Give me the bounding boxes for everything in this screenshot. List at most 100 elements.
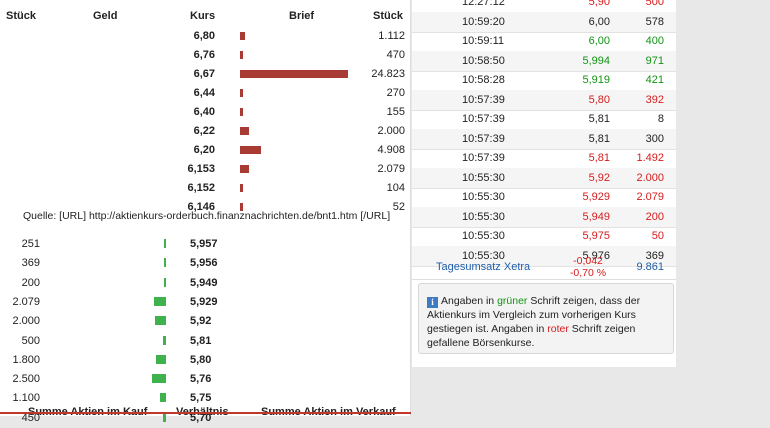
ask-stueck: 104: [386, 182, 405, 194]
bid-volume-bar: [163, 412, 166, 422]
info-red-word: roter: [547, 323, 569, 335]
trade-price: 5,994: [582, 54, 610, 67]
trade-volume: 2.079: [636, 191, 664, 203]
ask-stueck: 270: [386, 87, 405, 99]
ask-kurs: 6,20: [193, 144, 215, 156]
trade-volume: 400: [645, 35, 664, 47]
trade-price: 5,80: [588, 93, 610, 106]
ask-kurs: 6,67: [193, 68, 215, 80]
bid-stueck: 500: [21, 334, 40, 347]
trade-time: 10:55:30: [462, 191, 505, 203]
header-stueck-left: Stück: [6, 10, 36, 22]
bid-kurs: 5,75: [190, 392, 212, 405]
trade-time: 10:55:30: [462, 171, 505, 184]
ask-volume-bar: [240, 127, 249, 135]
bid-kurs: 5,956: [190, 257, 218, 270]
trade-time: 10:57:39: [462, 113, 505, 125]
bid-row: 251 5,957: [0, 235, 411, 254]
bid-stueck: 369: [21, 257, 40, 270]
trade-row: 10:55:30 5,92 2.000: [412, 167, 676, 189]
bid-row: 2.500 5,76: [0, 370, 411, 389]
trade-price: 5,92: [588, 171, 610, 184]
trade-price: 5,90: [588, 0, 610, 8]
info-text: i Angaben in grüner Schrift zeigen, dass …: [427, 294, 667, 350]
bid-volume-bar: [155, 316, 166, 326]
bid-stueck: 2.500: [12, 373, 40, 386]
bid-row: 500 5,81: [0, 332, 411, 351]
trade-price: 5,919: [582, 74, 610, 86]
bid-kurs: 5,957: [190, 238, 218, 250]
ask-row: 6,44 270: [0, 84, 411, 103]
ask-kurs: 6,152: [187, 182, 215, 194]
trade-row: 10:57:39 5,81 1.492: [412, 148, 676, 169]
bid-row: 2.079 5,929: [0, 293, 411, 312]
ask-row: 6,152 104: [0, 179, 411, 198]
trade-volume: 300: [645, 132, 664, 145]
trade-price: 5,929: [582, 191, 610, 203]
bid-stueck: 2.079: [12, 295, 40, 308]
ask-volume-bar: [240, 108, 243, 116]
ask-volume-bar: [240, 32, 245, 40]
summary-total: 9.861: [636, 261, 664, 273]
trade-volume: 8: [657, 113, 664, 125]
trade-volume: 2.000: [636, 171, 664, 184]
ask-row: 6,67 24.823: [0, 65, 411, 84]
ask-stueck: 2.000: [377, 125, 405, 137]
summary-change-pct: -0,70 %: [569, 267, 607, 279]
ask-stueck: 1.112: [378, 30, 405, 42]
bid-row: 2.000 5,92: [0, 312, 411, 331]
trade-time: 10:57:39: [462, 132, 505, 145]
info-box: i Angaben in grüner Schrift zeigen, dass …: [418, 283, 674, 354]
trade-price: 5,81: [588, 113, 610, 125]
trade-time: 10:58:50: [462, 54, 505, 67]
bottom-accent-line: [0, 412, 411, 414]
ask-row: 6,153 2.079: [0, 160, 411, 179]
bid-volume-bar: [163, 335, 166, 345]
info-green-word: grüner: [497, 295, 528, 307]
trade-row: 10:58:50 5,994 971: [412, 50, 676, 72]
trade-time: 10:59:11: [462, 35, 505, 47]
ask-stueck: 155: [386, 106, 405, 118]
trade-row: 10:57:39 5,80 392: [412, 89, 676, 111]
trade-time: 10:57:39: [462, 93, 505, 106]
bid-stueck: 251: [21, 238, 40, 250]
info-part1: Angaben in: [441, 295, 498, 307]
trade-row: 10:57:39 5,81 300: [412, 128, 676, 150]
bid-volume-bar: [164, 258, 166, 268]
bid-kurs: 5,949: [190, 276, 218, 289]
ask-kurs: 6,153: [187, 163, 215, 175]
ask-kurs: 6,80: [193, 30, 215, 42]
trade-row: 10:58:28 5,919 421: [412, 70, 676, 91]
summary-label: Tagesumsatz Xetra: [436, 261, 531, 273]
ask-row: 6,20 4.908: [0, 141, 411, 160]
trade-price: 5,975: [582, 230, 610, 242]
trade-time: 10:59:20: [462, 15, 505, 28]
ask-volume-bar: [240, 51, 243, 59]
header-kurs: Kurs: [190, 10, 216, 22]
header-geld: Geld: [93, 10, 118, 22]
ask-volume-bar: [240, 70, 348, 78]
ask-kurs: 6,76: [193, 49, 215, 61]
trade-volume: 971: [645, 54, 664, 67]
ask-kurs: 6,22: [193, 125, 215, 137]
bid-kurs: 5,81: [190, 334, 212, 347]
ask-stueck: 470: [386, 49, 405, 61]
trade-price: 5,81: [588, 152, 610, 164]
info-icon: i: [427, 297, 438, 308]
bid-kurs: 5,929: [190, 295, 218, 308]
bid-kurs: 5,80: [190, 353, 212, 366]
trade-time: 10:55:30: [462, 230, 505, 242]
ask-kurs: 6,44: [193, 87, 215, 99]
trade-price: 5,949: [582, 210, 610, 223]
trades-panel: 12:27:12 5,90 500 10:59:20 6,00 578 10:59:11 6,…: [412, 0, 676, 367]
bid-stueck: 200: [21, 276, 40, 289]
bid-row: 1.800 5,80: [0, 351, 411, 370]
trade-row: 10:55:30 5,929 2.079: [412, 187, 676, 208]
summary-change-abs: -0,042: [573, 255, 603, 267]
trade-volume: 392: [645, 93, 664, 106]
bid-stueck: 1.800: [12, 353, 40, 366]
trade-row: 10:55:30 5,949 200: [412, 206, 676, 228]
ask-kurs: 6,40: [193, 106, 215, 118]
bid-volume-bar: [164, 239, 166, 248]
trade-price: 6,00: [588, 15, 610, 28]
